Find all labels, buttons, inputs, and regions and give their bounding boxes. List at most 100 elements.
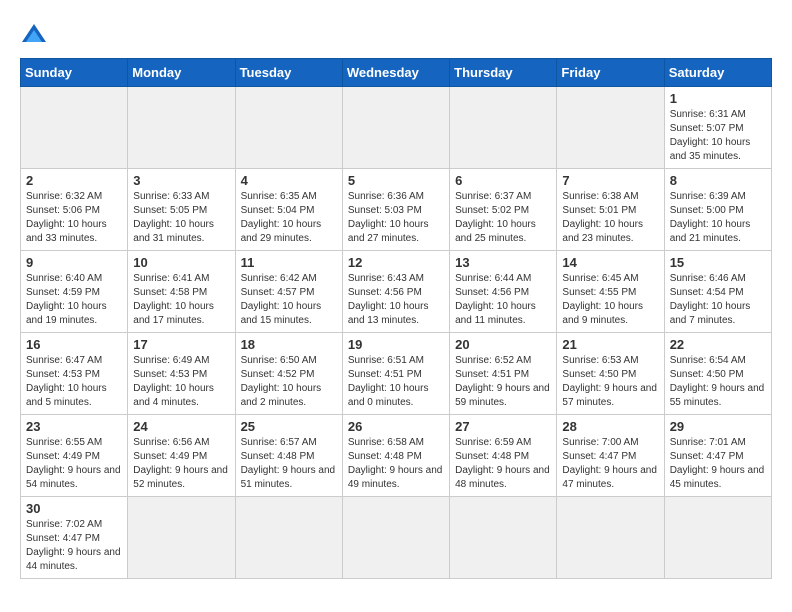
day-info: Sunrise: 6:32 AM Sunset: 5:06 PM Dayligh…: [26, 190, 122, 246]
day-number: 10: [133, 255, 229, 270]
day-of-week-header: Tuesday: [235, 59, 342, 87]
day-info: Sunrise: 6:57 AM Sunset: 4:48 PM Dayligh…: [241, 436, 337, 492]
calendar-day-cell: [450, 497, 557, 579]
calendar-day-cell: [450, 87, 557, 169]
calendar-day-cell: [235, 87, 342, 169]
calendar-week-row: 23 Sunrise: 6:55 AM Sunset: 4:49 PM Dayli…: [21, 415, 772, 497]
calendar-day-cell: 29 Sunrise: 7:01 AM Sunset: 4:47 PM Dayli…: [664, 415, 771, 497]
calendar-day-cell: 8 Sunrise: 6:39 AM Sunset: 5:00 PM Daylig…: [664, 169, 771, 251]
day-number: 19: [348, 337, 444, 352]
day-number: 1: [670, 91, 766, 106]
day-info: Sunrise: 6:52 AM Sunset: 4:51 PM Dayligh…: [455, 354, 551, 410]
day-number: 29: [670, 419, 766, 434]
calendar-day-cell: 21 Sunrise: 6:53 AM Sunset: 4:50 PM Dayli…: [557, 333, 664, 415]
calendar-day-cell: 7 Sunrise: 6:38 AM Sunset: 5:01 PM Daylig…: [557, 169, 664, 251]
day-number: 27: [455, 419, 551, 434]
calendar-table: SundayMondayTuesdayWednesdayThursdayFrid…: [20, 58, 772, 579]
day-number: 5: [348, 173, 444, 188]
calendar-day-cell: 2 Sunrise: 6:32 AM Sunset: 5:06 PM Daylig…: [21, 169, 128, 251]
calendar-day-cell: 14 Sunrise: 6:45 AM Sunset: 4:55 PM Dayli…: [557, 251, 664, 333]
day-number: 20: [455, 337, 551, 352]
calendar-day-cell: 3 Sunrise: 6:33 AM Sunset: 5:05 PM Daylig…: [128, 169, 235, 251]
day-info: Sunrise: 7:01 AM Sunset: 4:47 PM Dayligh…: [670, 436, 766, 492]
calendar-day-cell: 27 Sunrise: 6:59 AM Sunset: 4:48 PM Dayli…: [450, 415, 557, 497]
day-of-week-header: Monday: [128, 59, 235, 87]
day-number: 23: [26, 419, 122, 434]
calendar-day-cell: [557, 87, 664, 169]
day-number: 25: [241, 419, 337, 434]
calendar-day-cell: 5 Sunrise: 6:36 AM Sunset: 5:03 PM Daylig…: [342, 169, 449, 251]
day-info: Sunrise: 6:58 AM Sunset: 4:48 PM Dayligh…: [348, 436, 444, 492]
day-number: 15: [670, 255, 766, 270]
day-info: Sunrise: 6:38 AM Sunset: 5:01 PM Dayligh…: [562, 190, 658, 246]
calendar-day-cell: [235, 497, 342, 579]
calendar-day-cell: 28Sunrise: 7:00 AM Sunset: 4:47 PM Dayli…: [557, 415, 664, 497]
day-number: 8: [670, 173, 766, 188]
day-number: 9: [26, 255, 122, 270]
calendar-day-cell: 22 Sunrise: 6:54 AM Sunset: 4:50 PM Dayli…: [664, 333, 771, 415]
day-number: 21: [562, 337, 658, 352]
calendar-day-cell: 26Sunrise: 6:58 AM Sunset: 4:48 PM Dayli…: [342, 415, 449, 497]
day-of-week-header: Sunday: [21, 59, 128, 87]
day-info: Sunrise: 7:00 AM Sunset: 4:47 PM Dayligh…: [562, 436, 658, 492]
calendar-week-row: 30Sunrise: 7:02 AM Sunset: 4:47 PM Dayli…: [21, 497, 772, 579]
day-info: Sunrise: 6:37 AM Sunset: 5:02 PM Dayligh…: [455, 190, 551, 246]
day-info: Sunrise: 6:53 AM Sunset: 4:50 PM Dayligh…: [562, 354, 658, 410]
day-number: 12: [348, 255, 444, 270]
calendar-day-cell: 23 Sunrise: 6:55 AM Sunset: 4:49 PM Dayli…: [21, 415, 128, 497]
calendar-week-row: 16 Sunrise: 6:47 AM Sunset: 4:53 PM Dayli…: [21, 333, 772, 415]
day-info: Sunrise: 6:33 AM Sunset: 5:05 PM Dayligh…: [133, 190, 229, 246]
day-number: 16: [26, 337, 122, 352]
calendar-week-row: 1Sunrise: 6:31 AM Sunset: 5:07 PM Daylig…: [21, 87, 772, 169]
day-info: Sunrise: 6:50 AM Sunset: 4:52 PM Dayligh…: [241, 354, 337, 410]
calendar-day-cell: 12 Sunrise: 6:43 AM Sunset: 4:56 PM Dayli…: [342, 251, 449, 333]
calendar-day-cell: 19 Sunrise: 6:51 AM Sunset: 4:51 PM Dayli…: [342, 333, 449, 415]
calendar-day-cell: [21, 87, 128, 169]
calendar-day-cell: 15Sunrise: 6:46 AM Sunset: 4:54 PM Dayli…: [664, 251, 771, 333]
day-number: 17: [133, 337, 229, 352]
calendar-day-cell: 30Sunrise: 7:02 AM Sunset: 4:47 PM Dayli…: [21, 497, 128, 579]
day-number: 2: [26, 173, 122, 188]
day-info: Sunrise: 6:39 AM Sunset: 5:00 PM Dayligh…: [670, 190, 766, 246]
calendar-day-cell: 11Sunrise: 6:42 AM Sunset: 4:57 PM Dayli…: [235, 251, 342, 333]
day-number: 7: [562, 173, 658, 188]
day-info: Sunrise: 6:56 AM Sunset: 4:49 PM Dayligh…: [133, 436, 229, 492]
calendar-day-cell: 18Sunrise: 6:50 AM Sunset: 4:52 PM Dayli…: [235, 333, 342, 415]
day-info: Sunrise: 6:59 AM Sunset: 4:48 PM Dayligh…: [455, 436, 551, 492]
day-number: 22: [670, 337, 766, 352]
calendar-week-row: 2 Sunrise: 6:32 AM Sunset: 5:06 PM Daylig…: [21, 169, 772, 251]
calendar-day-cell: [557, 497, 664, 579]
day-number: 3: [133, 173, 229, 188]
logo: [20, 20, 52, 48]
day-info: Sunrise: 6:35 AM Sunset: 5:04 PM Dayligh…: [241, 190, 337, 246]
calendar-day-cell: 25 Sunrise: 6:57 AM Sunset: 4:48 PM Dayli…: [235, 415, 342, 497]
page-header: [20, 20, 772, 48]
day-number: 24: [133, 419, 229, 434]
calendar-day-cell: 10Sunrise: 6:41 AM Sunset: 4:58 PM Dayli…: [128, 251, 235, 333]
day-number: 14: [562, 255, 658, 270]
day-info: Sunrise: 6:43 AM Sunset: 4:56 PM Dayligh…: [348, 272, 444, 328]
day-of-week-header: Thursday: [450, 59, 557, 87]
day-info: Sunrise: 6:54 AM Sunset: 4:50 PM Dayligh…: [670, 354, 766, 410]
day-number: 11: [241, 255, 337, 270]
day-info: Sunrise: 6:47 AM Sunset: 4:53 PM Dayligh…: [26, 354, 122, 410]
logo-icon: [20, 20, 48, 48]
day-number: 6: [455, 173, 551, 188]
day-info: Sunrise: 6:51 AM Sunset: 4:51 PM Dayligh…: [348, 354, 444, 410]
calendar-day-cell: 6 Sunrise: 6:37 AM Sunset: 5:02 PM Daylig…: [450, 169, 557, 251]
calendar-week-row: 9 Sunrise: 6:40 AM Sunset: 4:59 PM Daylig…: [21, 251, 772, 333]
day-info: Sunrise: 6:55 AM Sunset: 4:49 PM Dayligh…: [26, 436, 122, 492]
day-info: Sunrise: 6:45 AM Sunset: 4:55 PM Dayligh…: [562, 272, 658, 328]
day-info: Sunrise: 6:36 AM Sunset: 5:03 PM Dayligh…: [348, 190, 444, 246]
day-number: 30: [26, 501, 122, 516]
calendar-day-cell: [342, 87, 449, 169]
calendar-day-cell: [342, 497, 449, 579]
day-of-week-header: Saturday: [664, 59, 771, 87]
day-number: 13: [455, 255, 551, 270]
calendar-day-cell: 24 Sunrise: 6:56 AM Sunset: 4:49 PM Dayli…: [128, 415, 235, 497]
day-info: Sunrise: 6:40 AM Sunset: 4:59 PM Dayligh…: [26, 272, 122, 328]
day-of-week-header: Wednesday: [342, 59, 449, 87]
calendar-day-cell: 16 Sunrise: 6:47 AM Sunset: 4:53 PM Dayli…: [21, 333, 128, 415]
calendar-day-cell: 1Sunrise: 6:31 AM Sunset: 5:07 PM Daylig…: [664, 87, 771, 169]
calendar-day-cell: 9 Sunrise: 6:40 AM Sunset: 4:59 PM Daylig…: [21, 251, 128, 333]
